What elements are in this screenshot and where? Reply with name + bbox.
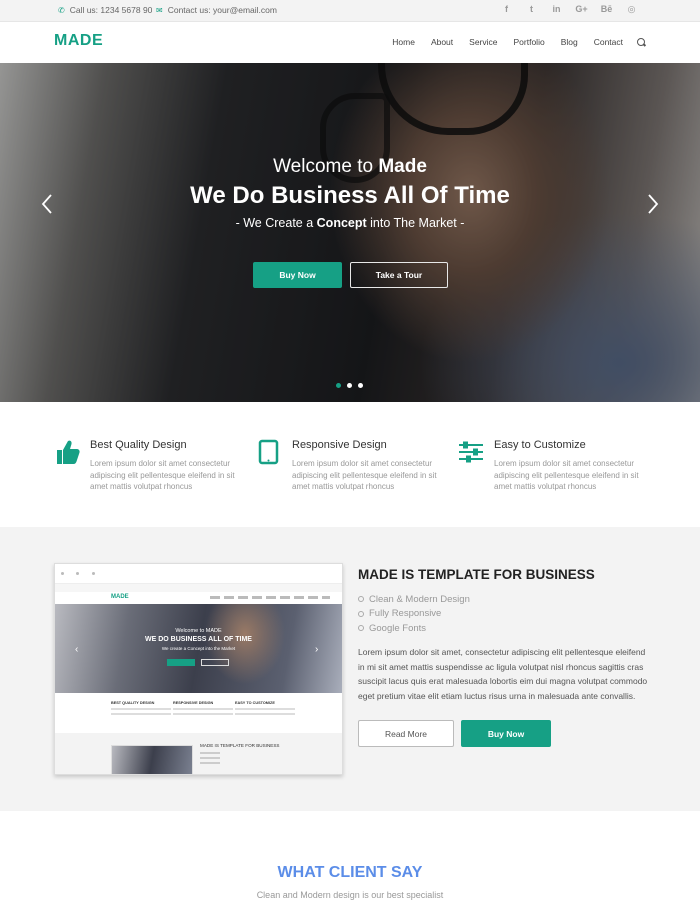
hero-take-tour-button[interactable]: Take a Tour xyxy=(350,262,448,288)
feature-text: Lorem ipsum dolor sit amet consectetur a… xyxy=(90,459,235,491)
social-links: f t in G+ Bē ◎ xyxy=(494,4,644,15)
read-more-button[interactable]: Read More xyxy=(358,720,454,747)
email-contact: ✉ Contact us: your@email.com xyxy=(156,5,277,15)
list-item: Clean & Modern Design xyxy=(358,592,470,607)
sliders-icon xyxy=(459,441,483,463)
preview-feature-title: BEST QUALITY DESIGN xyxy=(111,701,155,705)
email-text: Contact us: your@email.com xyxy=(167,5,277,15)
preview-welcome: Welcome to MADE xyxy=(175,628,222,634)
list-item: Fully Responsive xyxy=(358,607,470,622)
list-item-label: Fully Responsive xyxy=(369,608,442,620)
preview-feature: BEST QUALITY DESIGN xyxy=(111,701,171,715)
mail-icon: ✉ xyxy=(156,5,163,15)
feature-title: Responsive Design xyxy=(292,439,387,451)
slider-dot-1[interactable] xyxy=(336,383,341,388)
list-item-label: Google Fonts xyxy=(369,622,427,634)
preview-topbar xyxy=(55,584,342,592)
nav-home[interactable]: Home xyxy=(392,37,415,47)
nav-contact[interactable]: Contact xyxy=(594,37,623,47)
tablet-icon xyxy=(258,439,279,465)
preview-feature-title: RESPONSIVE DESIGN xyxy=(173,701,214,705)
feature-text: Lorem ipsum dolor sit amet consectetur a… xyxy=(292,459,437,491)
hero-overlay xyxy=(0,63,700,402)
google-plus-icon[interactable]: G+ xyxy=(569,4,594,15)
circle-bullet-icon xyxy=(358,596,364,603)
template-preview-screenshot: MADE Welcome to MADE WE DO BUSINESS ALL … xyxy=(54,563,343,775)
list-item-label: Clean & Modern Design xyxy=(369,593,470,605)
site-header: MADE Home About Service Portfolio Blog C… xyxy=(0,22,700,63)
hero-welcome: Welcome to Made xyxy=(0,156,700,178)
preview-feature-title: EASY TO CUSTOMIZE xyxy=(235,701,275,705)
feature-text: Lorem ipsum dolor sit amet consectetur a… xyxy=(494,459,639,491)
preview-feature: RESPONSIVE DESIGN xyxy=(173,701,233,715)
hero-welcome-brand: Made xyxy=(378,156,427,177)
feature-title: Best Quality Design xyxy=(90,439,187,451)
preview-template-section: MADE IS TEMPLATE FOR BUSINESS xyxy=(55,733,342,774)
preview-prev-icon: ‹ xyxy=(75,644,79,655)
preview-headline: WE DO BUSINESS ALL OF TIME xyxy=(145,636,252,643)
hero-tagline-post: into The Market - xyxy=(370,216,465,230)
nav-blog[interactable]: Blog xyxy=(561,37,578,47)
features-section: Best Quality Design Lorem ipsum dolor si… xyxy=(0,402,700,527)
nav-about[interactable]: About xyxy=(431,37,453,47)
twitter-icon[interactable]: t xyxy=(519,4,544,15)
hero-buy-now-button[interactable]: Buy Now xyxy=(253,262,342,288)
prev-slide-arrow-icon[interactable] xyxy=(40,193,54,215)
preview-tour-button xyxy=(201,659,229,666)
behance-icon[interactable]: Bē xyxy=(594,4,619,15)
slider-dot-2[interactable] xyxy=(347,383,352,388)
logo[interactable]: MADE xyxy=(54,32,103,50)
facebook-icon[interactable]: f xyxy=(494,4,519,15)
slider-dots xyxy=(336,383,363,388)
top-bar: ✆ Call us: 1234 5678 90 ✉ Contact us: yo… xyxy=(0,0,700,22)
hero-slider: Welcome to Made We Do Business All Of Ti… xyxy=(0,63,700,402)
linkedin-icon[interactable]: in xyxy=(544,4,569,15)
preview-next-icon: › xyxy=(315,644,319,655)
circle-bullet-icon xyxy=(358,610,364,617)
template-feature-list: Clean & Modern Design Fully Responsive G… xyxy=(358,592,470,636)
preview-tagline: We create a Concept into the Market xyxy=(161,646,236,651)
hero-tagline-pre: - We Create a xyxy=(235,216,314,230)
template-section: MADE Welcome to MADE WE DO BUSINESS ALL … xyxy=(0,527,700,811)
testimonials-subtitle: Clean and Modern design is our best spec… xyxy=(256,890,444,900)
circle-bullet-icon xyxy=(358,625,364,632)
hero-tagline: - We Create a Concept into The Market - xyxy=(0,216,700,230)
preview-nav xyxy=(210,596,330,599)
preview-browser-bar xyxy=(55,564,342,584)
nav-portfolio[interactable]: Portfolio xyxy=(514,37,545,47)
buy-now-button[interactable]: Buy Now xyxy=(461,720,551,747)
dribbble-icon[interactable]: ◎ xyxy=(619,4,644,15)
hero-welcome-text: Welcome to xyxy=(273,156,374,177)
phone-text: Call us: 1234 5678 90 xyxy=(69,5,153,15)
nav-service[interactable]: Service xyxy=(469,37,497,47)
preview-thumbnail xyxy=(111,745,193,774)
phone-icon: ✆ xyxy=(58,5,65,15)
template-title: MADE IS TEMPLATE FOR BUSINESS xyxy=(358,567,595,582)
thumbs-up-icon xyxy=(57,440,80,464)
feature-title: Easy to Customize xyxy=(494,439,586,451)
preview-feature: EASY TO CUSTOMIZE xyxy=(235,701,295,715)
preview-logo: MADE xyxy=(111,594,129,600)
preview-buy-button xyxy=(167,659,195,666)
main-nav: Home About Service Portfolio Blog Contac… xyxy=(376,37,646,47)
hero-headline: We Do Business All Of Time xyxy=(190,182,510,209)
preview-hero: Welcome to MADE WE DO BUSINESS ALL OF TI… xyxy=(55,604,342,693)
slider-dot-3[interactable] xyxy=(358,383,363,388)
search-icon[interactable] xyxy=(637,37,646,47)
phone-contact: ✆ Call us: 1234 5678 90 xyxy=(58,5,152,15)
template-description: Lorem ipsum dolor sit amet, consectetur … xyxy=(358,647,648,701)
testimonials-title: WHAT CLIENT SAY xyxy=(277,864,423,881)
list-item: Google Fonts xyxy=(358,621,470,636)
preview-section-title: MADE IS TEMPLATE FOR BUSINESS xyxy=(200,743,280,748)
next-slide-arrow-icon[interactable] xyxy=(646,193,660,215)
testimonials-section: WHAT CLIENT SAY Clean and Modern design … xyxy=(0,811,700,900)
hero-tagline-bold: Concept xyxy=(316,216,367,230)
